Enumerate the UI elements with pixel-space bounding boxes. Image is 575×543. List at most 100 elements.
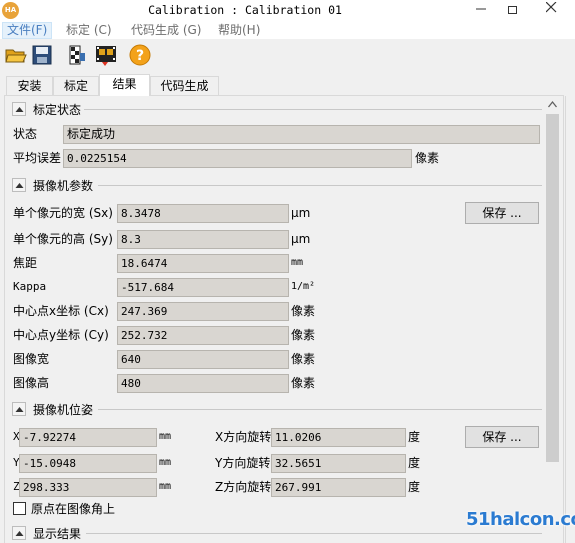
section-title: 摄像机参数 xyxy=(33,179,94,193)
param-label: 焦距 xyxy=(13,256,38,270)
camera-button[interactable] xyxy=(94,43,118,67)
help-button[interactable]: ? xyxy=(128,43,152,67)
pose-field[interactable]: -7.92274 xyxy=(19,428,157,447)
origin-at-corner-checkbox[interactable] xyxy=(13,502,26,515)
pose-unit: mm xyxy=(159,457,172,468)
pose-field[interactable]: 32.5651 xyxy=(271,454,406,473)
section-camera-params: 摄像机参数 xyxy=(12,176,542,194)
section-divider xyxy=(86,533,542,534)
open-button[interactable] xyxy=(4,43,28,67)
calibration-window: HA Calibration : Calibration 01 文件(F) 标定… xyxy=(0,0,575,543)
param-field[interactable]: 8.3478 xyxy=(117,204,289,223)
param-field[interactable]: 252.732 xyxy=(117,326,289,345)
section-display-results: 显示结果 xyxy=(12,524,542,542)
section-camera-pose: 摄像机位姿 xyxy=(12,400,542,418)
section-title: 标定状态 xyxy=(33,103,82,117)
pose-unit: 度 xyxy=(408,456,421,470)
status-field[interactable]: 标定成功 xyxy=(63,125,540,144)
param-field[interactable]: 247.369 xyxy=(117,302,289,321)
menu-file[interactable]: 文件(F) xyxy=(2,22,53,39)
pose-field[interactable]: 267.991 xyxy=(271,478,406,497)
save-button[interactable] xyxy=(30,43,54,67)
pose-field[interactable]: 11.0206 xyxy=(271,428,406,447)
param-label: 图像宽 xyxy=(13,352,50,366)
pose-unit: mm xyxy=(159,481,172,492)
param-label: 图像高 xyxy=(13,376,50,390)
param-unit: 像素 xyxy=(291,376,316,390)
maximize-button[interactable] xyxy=(498,0,526,20)
param-field[interactable]: 18.6474 xyxy=(117,254,289,273)
pose-field[interactable]: -15.0948 xyxy=(19,454,157,473)
origin-at-corner-label: 原点在图像角上 xyxy=(31,502,116,516)
vertical-scrollbar[interactable] xyxy=(544,96,561,543)
close-button[interactable] xyxy=(530,0,573,20)
status-label: 状态 xyxy=(13,127,38,141)
mean-error-unit: 像素 xyxy=(415,151,440,165)
section-title: 显示结果 xyxy=(33,527,82,541)
param-unit: 像素 xyxy=(291,304,316,318)
tab-code-generation[interactable]: 代码生成 xyxy=(150,76,219,95)
svg-text:?: ? xyxy=(136,48,144,64)
param-label: 中心点y坐标 (Cy) xyxy=(13,328,109,342)
window-title: Calibration : Calibration 01 xyxy=(148,3,342,17)
section-divider xyxy=(84,109,542,110)
tab-setup[interactable]: 安装 xyxy=(6,76,53,95)
collapse-up-icon xyxy=(15,183,24,188)
section-calibration-status: 标定状态 xyxy=(12,100,542,118)
menu-help[interactable]: 帮助(H) xyxy=(214,22,264,39)
param-label: 单个像元的宽 (Sx) xyxy=(13,206,113,220)
param-label: Kappa xyxy=(13,280,47,293)
param-field[interactable]: 640 xyxy=(117,350,289,369)
collapse-camera-params-button[interactable] xyxy=(12,178,26,192)
collapse-up-icon xyxy=(15,107,24,112)
param-label: 单个像元的高 (Sy) xyxy=(13,232,113,246)
calibration-plate-button[interactable] xyxy=(64,43,88,67)
param-label: 中心点x坐标 (Cx) xyxy=(13,304,109,318)
help-icon: ? xyxy=(129,44,151,66)
minimize-button[interactable] xyxy=(467,0,495,20)
param-unit: 像素 xyxy=(291,352,316,366)
save-camera-params-button[interactable]: 保存 ... xyxy=(465,202,539,224)
maximize-icon xyxy=(507,5,517,14)
collapse-display-results-button[interactable] xyxy=(12,526,26,540)
param-unit: 1/m² xyxy=(291,281,316,292)
collapse-camera-pose-button[interactable] xyxy=(12,402,26,416)
window-right-edge xyxy=(565,96,575,543)
scrollbar-thumb[interactable] xyxy=(546,114,559,462)
mean-error-label: 平均误差 xyxy=(13,151,62,165)
watermark: 51halcon.com xyxy=(466,509,575,530)
section-title: 摄像机位姿 xyxy=(33,403,94,417)
close-icon xyxy=(545,1,557,13)
scroll-up-button[interactable] xyxy=(544,96,561,113)
open-folder-icon xyxy=(5,49,27,63)
scroll-up-icon xyxy=(547,100,558,108)
menu-code-generation[interactable]: 代码生成 (G) xyxy=(127,22,205,39)
tab-calibration[interactable]: 标定 xyxy=(53,76,99,95)
param-field[interactable]: -517.684 xyxy=(117,278,289,297)
param-unit: 像素 xyxy=(291,328,316,342)
menu-bar: 文件(F) 标定 (C) 代码生成 (G) 帮助(H) xyxy=(0,21,575,39)
camera-film-icon xyxy=(96,46,116,66)
save-camera-pose-button[interactable]: 保存 ... xyxy=(465,426,539,448)
param-unit: μm xyxy=(291,206,311,220)
title-bar: HA Calibration : Calibration 01 xyxy=(0,0,575,22)
param-field[interactable]: 8.3 xyxy=(117,230,289,249)
tab-strip: 安装 标定 结果 代码生成 xyxy=(4,74,574,96)
param-unit: μm xyxy=(291,232,311,246)
param-unit: mm xyxy=(291,257,304,268)
collapse-status-button[interactable] xyxy=(12,102,26,116)
mean-error-field[interactable]: 0.0225154 xyxy=(63,149,412,168)
pose-field[interactable]: 298.333 xyxy=(19,478,157,497)
menu-calibrate[interactable]: 标定 (C) xyxy=(62,22,116,39)
pose-label: Y方向旋转 xyxy=(215,456,271,470)
pose-label: Z方向旋转 xyxy=(215,480,272,494)
collapse-up-icon xyxy=(15,531,24,536)
save-disk-icon xyxy=(32,45,52,65)
tab-results[interactable]: 结果 xyxy=(99,74,150,96)
pose-label: X方向旋转 xyxy=(215,430,272,444)
calibration-plate-icon xyxy=(69,45,85,65)
param-field[interactable]: 480 xyxy=(117,374,289,393)
pose-unit: mm xyxy=(159,431,172,442)
toolbar: ? xyxy=(0,40,575,70)
pose-unit: 度 xyxy=(408,430,421,444)
